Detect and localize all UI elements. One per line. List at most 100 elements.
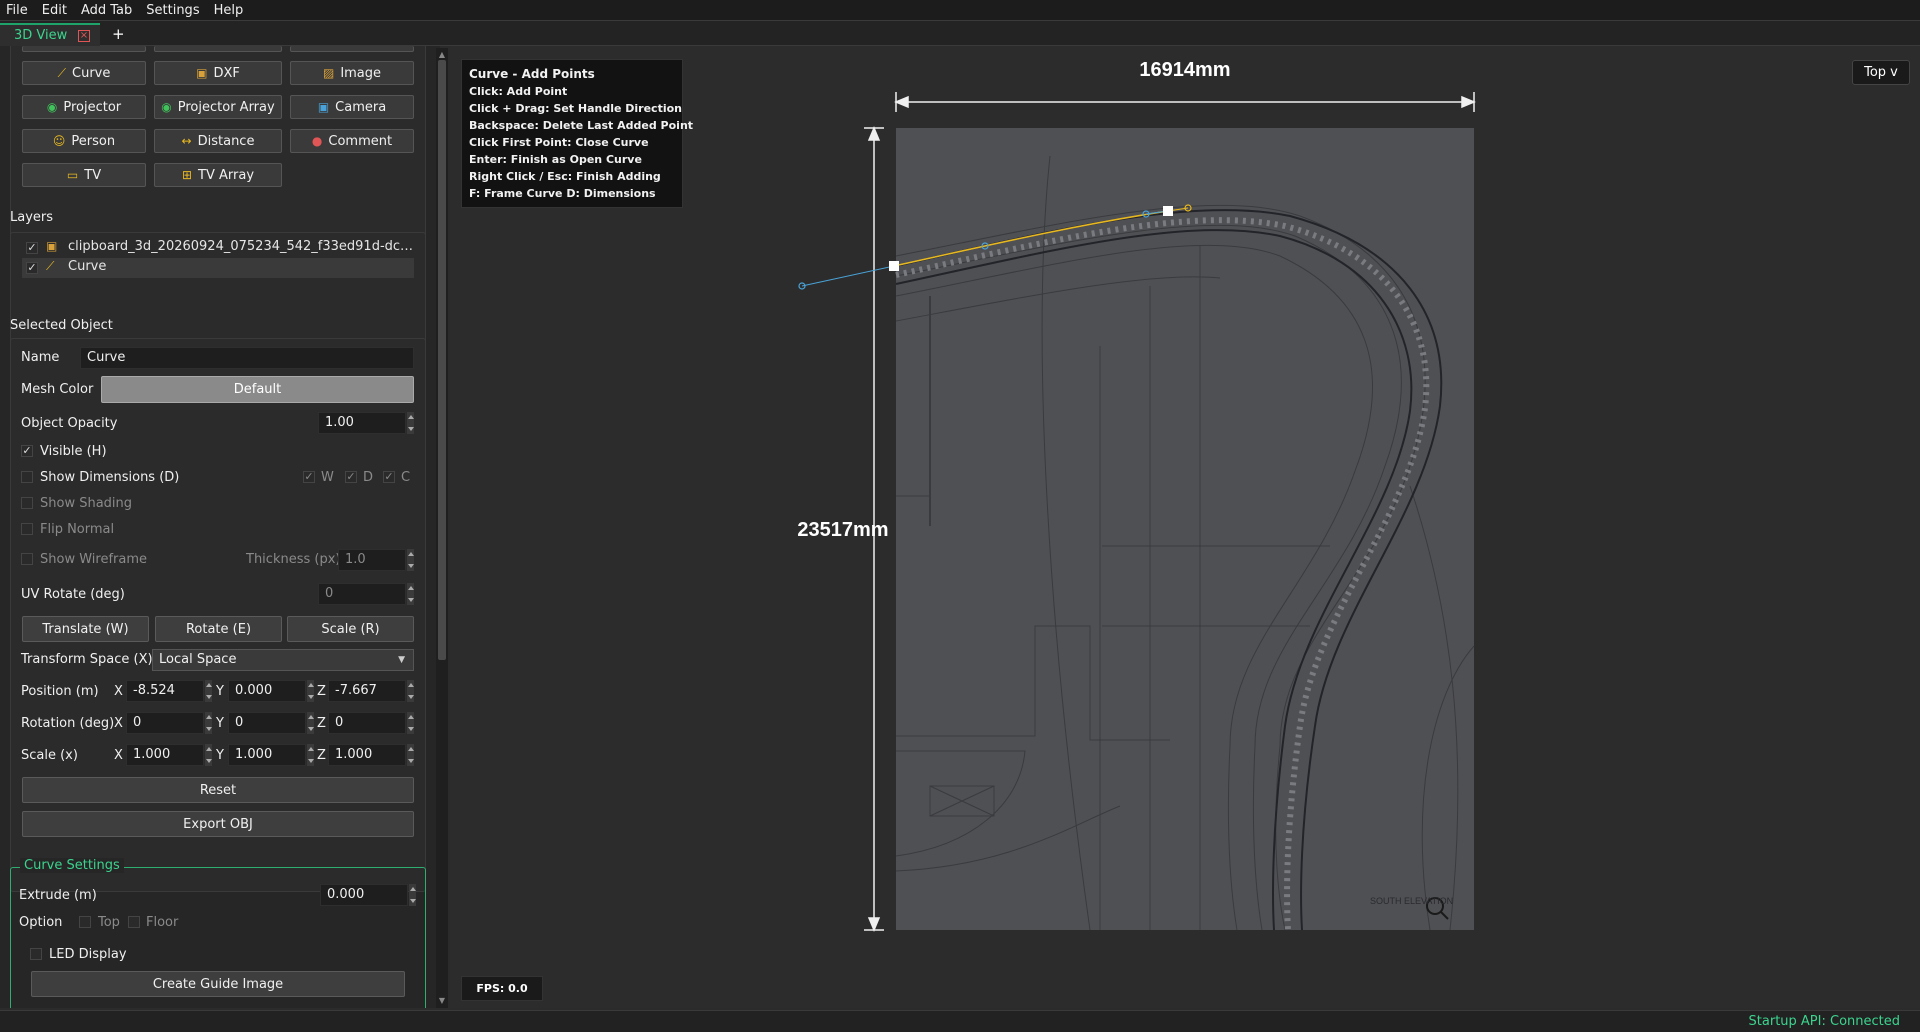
transform-space-value: Local Space — [159, 652, 237, 667]
axis-y-label: Y — [216, 748, 224, 763]
transform-space-select[interactable]: Local Space ▼ — [152, 649, 414, 671]
axis-x-label: X — [114, 684, 123, 699]
add-tv-array-button[interactable]: ⊞ TV Array — [154, 163, 282, 187]
width-dimension-line — [894, 92, 1476, 112]
create-guide-image-button[interactable]: Create Guide Image — [31, 971, 405, 997]
position-x-spinner[interactable] — [205, 680, 212, 702]
led-display-checkbox[interactable] — [30, 948, 42, 960]
rotation-z-input[interactable]: 0 — [328, 712, 406, 734]
curve-icon: ⟋ — [46, 259, 55, 273]
scale-button[interactable]: Scale (R) — [287, 616, 414, 642]
name-input[interactable]: Curve — [80, 347, 414, 369]
extrude-label: Extrude (m) — [19, 888, 97, 903]
dim-c-checkbox[interactable]: ✓ — [383, 471, 395, 483]
add-dxf-button[interactable]: ▣ DXF — [154, 61, 282, 85]
partial-button — [290, 46, 414, 52]
close-icon[interactable]: × — [78, 30, 90, 42]
mesh-color-button[interactable]: Default — [101, 376, 414, 403]
fps-counter: FPS: 0.0 — [461, 976, 543, 1001]
position-x-input[interactable]: -8.524 — [126, 680, 204, 702]
left-panel-scroll-thumb[interactable] — [438, 60, 446, 660]
rotation-label: Rotation (deg) — [21, 716, 115, 731]
add-tv-button[interactable]: ▭ TV — [22, 163, 146, 187]
add-comment-button[interactable]: ● Comment — [290, 129, 414, 153]
scroll-down-icon[interactable]: ▼ — [437, 996, 447, 1006]
position-label: Position (m) — [21, 684, 99, 699]
hint-line: Click First Point: Close Curve — [469, 136, 649, 149]
add-image-button[interactable]: ▨ Image — [290, 61, 414, 85]
top-checkbox[interactable] — [79, 916, 91, 928]
translate-button[interactable]: Translate (W) — [22, 616, 149, 642]
opacity-label: Object Opacity — [21, 416, 118, 431]
add-distance-button[interactable]: ↔ Distance — [154, 129, 282, 153]
thickness-spinner[interactable] — [407, 549, 414, 571]
add-curve-button[interactable]: ⟋ Curve — [22, 61, 146, 85]
scale-row-label: Scale (x) — [21, 748, 78, 763]
add-projector-button[interactable]: ◉ Projector — [22, 95, 146, 119]
menu-settings[interactable]: Settings — [146, 3, 199, 18]
position-y-input[interactable]: 0.000 — [228, 680, 306, 702]
axis-z-label: Z — [317, 684, 326, 699]
rotation-x-input[interactable]: 0 — [126, 712, 204, 734]
hint-line: Right Click / Esc: Finish Adding — [469, 170, 661, 183]
scroll-up-icon[interactable]: ▲ — [437, 50, 447, 60]
menu-help[interactable]: Help — [214, 3, 244, 18]
show-shading-checkbox[interactable] — [21, 497, 33, 509]
scale-y-input[interactable]: 1.000 — [228, 744, 306, 766]
uv-rotate-spinner[interactable] — [407, 583, 414, 605]
add-tab-button[interactable]: + — [112, 25, 125, 43]
scale-x-input[interactable]: 1.000 — [126, 744, 204, 766]
scale-y-spinner[interactable] — [307, 744, 314, 766]
opacity-input[interactable]: 1.00 — [318, 412, 406, 434]
layer-visible-checkbox[interactable]: ✓ — [26, 262, 38, 274]
show-dimensions-checkbox[interactable] — [21, 471, 33, 483]
led-display-label: LED Display — [49, 947, 127, 962]
rotation-x-spinner[interactable] — [205, 712, 212, 734]
dxf-icon: ▣ — [196, 66, 208, 80]
layer-row[interactable]: ✓ ▣ clipboard_3d_20260924_075234_542_f33… — [22, 238, 414, 258]
anchor-point[interactable] — [889, 261, 899, 271]
layer-row-selected[interactable]: ✓ ⟋ Curve — [22, 258, 414, 278]
visible-checkbox[interactable]: ✓ — [21, 445, 33, 457]
uv-rotate-label: UV Rotate (deg) — [21, 587, 125, 602]
position-y-spinner[interactable] — [307, 680, 314, 702]
floor-checkbox[interactable] — [128, 916, 140, 928]
rotation-y-spinner[interactable] — [307, 712, 314, 734]
dim-d-checkbox[interactable]: ✓ — [345, 471, 357, 483]
reset-button[interactable]: Reset — [22, 777, 414, 803]
selected-object-title: Selected Object — [10, 318, 113, 333]
tab-bar: 3D View × + — [0, 21, 1920, 46]
menu-file[interactable]: File — [6, 3, 28, 18]
rotate-button[interactable]: Rotate (E) — [155, 616, 282, 642]
show-wireframe-checkbox[interactable] — [21, 553, 33, 565]
scale-x-spinner[interactable] — [205, 744, 212, 766]
scale-z-input[interactable]: 1.000 — [328, 744, 406, 766]
position-z-input[interactable]: -7.667 — [328, 680, 406, 702]
rotation-y-input[interactable]: 0 — [228, 712, 306, 734]
hint-title: Curve - Add Points — [469, 67, 595, 81]
add-camera-button[interactable]: ▣ Camera — [290, 95, 414, 119]
export-obj-button[interactable]: Export OBJ — [22, 811, 414, 837]
anchor-point[interactable] — [1163, 206, 1173, 216]
extrude-input[interactable]: 0.000 — [320, 884, 408, 906]
flip-normal-checkbox[interactable] — [21, 523, 33, 535]
tab-3d-view[interactable]: 3D View × — [0, 23, 100, 46]
add-person-button[interactable]: ☺ Person — [22, 129, 146, 153]
add-projector-array-button[interactable]: ◉ Projector Array — [154, 95, 282, 119]
status-bar: Startup API: Connected — [0, 1010, 1920, 1032]
dim-w-checkbox[interactable]: ✓ — [303, 471, 315, 483]
camera-icon: ▣ — [317, 100, 330, 114]
menu-edit[interactable]: Edit — [42, 3, 67, 18]
uv-rotate-input[interactable]: 0 — [318, 583, 406, 605]
opacity-spinner[interactable] — [407, 412, 414, 434]
thickness-label: Thickness (px) — [246, 552, 341, 567]
scale-z-spinner[interactable] — [407, 744, 414, 766]
extrude-spinner[interactable] — [409, 884, 416, 906]
menu-add-tab[interactable]: Add Tab — [81, 3, 132, 18]
left-panel: ⟋ Curve ▣ DXF ▨ Image ◉ Projector ◉ Projector… — [0, 46, 440, 1008]
layer-visible-checkbox[interactable]: ✓ — [26, 242, 38, 254]
position-z-spinner[interactable] — [407, 680, 414, 702]
thickness-input[interactable]: 1.0 — [338, 549, 406, 571]
rotation-z-spinner[interactable] — [407, 712, 414, 734]
view-select-button[interactable]: Top v — [1852, 60, 1910, 85]
